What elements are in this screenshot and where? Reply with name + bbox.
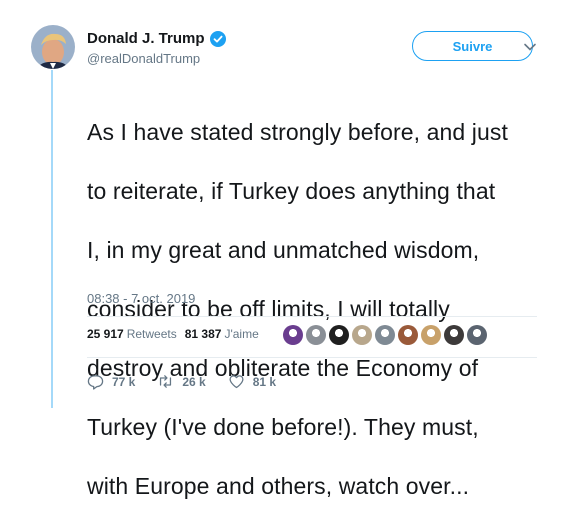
avatar-8[interactable]: [444, 325, 464, 345]
tweet-line: with Europe and others, watch over...: [87, 472, 470, 499]
retweets-stat[interactable]: 25 917 Retweets: [87, 327, 177, 341]
likes-count: 81 387: [184, 327, 222, 341]
retweets-count: 25 917: [87, 327, 124, 341]
avatar-6[interactable]: [398, 325, 418, 345]
tweet-line: Turkey (I've done before!). They must,: [87, 413, 479, 440]
retweet-button[interactable]: 26 k: [157, 373, 206, 390]
like-button[interactable]: 81 k: [228, 373, 276, 390]
avatar-7[interactable]: [421, 325, 441, 345]
divider: [87, 357, 537, 358]
avatar-5[interactable]: [375, 325, 395, 345]
tweet-line: to reiterate, if Turkey does anything th…: [87, 177, 496, 204]
like-count: 81 k: [252, 374, 277, 389]
likes-stat[interactable]: 81 387 J'aime: [185, 327, 259, 341]
tweet-text: As I have stated strongly before, and ju…: [87, 88, 547, 531]
author-name[interactable]: Donald J. Trump: [87, 30, 205, 47]
reply-count: 77 k: [112, 374, 136, 389]
author-avatar[interactable]: [31, 25, 75, 69]
avatar-2[interactable]: [306, 325, 326, 345]
thread-line: [51, 70, 53, 408]
retweets-label: Retweets: [126, 327, 177, 341]
tweet-line: I, in my great and unmatched wisdom,: [87, 236, 480, 263]
tweet-line: As I have stated strongly before, and ju…: [87, 118, 508, 145]
reply-icon: [87, 375, 104, 390]
likes-label: J'aime: [224, 327, 259, 341]
likers-avatars: [283, 325, 490, 345]
chevron-down-icon[interactable]: [523, 40, 537, 54]
divider: [87, 316, 537, 317]
avatar-9[interactable]: [467, 325, 487, 345]
tweet-timestamp[interactable]: 08:38 - 7 oct. 2019: [87, 291, 195, 306]
retweet-count: 26 k: [182, 374, 206, 389]
verified-badge-icon: [209, 30, 226, 47]
heart-icon: [229, 375, 244, 389]
tweet-actions: 77 k 26 k 81 k: [87, 373, 298, 390]
avatar-3[interactable]: [329, 325, 349, 345]
avatar-image: [31, 25, 75, 69]
follow-button[interactable]: Suivre: [412, 31, 533, 61]
retweet-icon: [160, 375, 172, 388]
author-handle[interactable]: @realDonaldTrump: [87, 51, 226, 66]
avatar-1[interactable]: [283, 325, 303, 345]
reply-button[interactable]: 77 k: [87, 373, 135, 390]
tweet-stats: 25 917 Retweets 81 387 J'aime: [87, 327, 259, 341]
author-block: Donald J. Trump @realDonaldTrump: [87, 30, 226, 66]
avatar-4[interactable]: [352, 325, 372, 345]
